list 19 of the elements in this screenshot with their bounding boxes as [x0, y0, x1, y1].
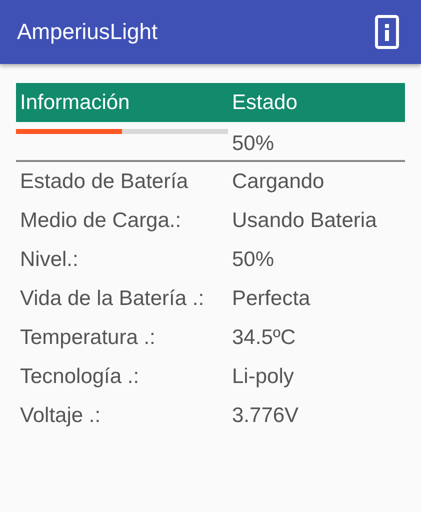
row-label: Voltaje .:	[19, 404, 102, 428]
row-label: Tecnología .:	[19, 364, 140, 388]
row-value: 3.776V	[231, 404, 299, 428]
row-label: Estado de Batería	[19, 170, 190, 194]
row-label: Temperatura .:	[19, 326, 156, 350]
progress-reading: 50%	[231, 132, 274, 156]
column-header: Estado	[232, 90, 298, 114]
row-label: Vida de la Batería .:	[19, 286, 206, 310]
row-value: Perfecta	[231, 286, 310, 310]
row-value: 50%	[231, 248, 274, 272]
phone-info-icon[interactable]	[375, 15, 399, 49]
app-title: AmperiusLight	[17, 19, 158, 45]
row-value: Cargando	[231, 170, 324, 194]
column-header: Información	[19, 90, 131, 114]
row-value: 34.5ºC	[231, 326, 296, 350]
row-value: Li-poly	[231, 364, 294, 388]
row-label: Medio de Carga.:	[19, 208, 182, 232]
row-label: Nivel.:	[19, 248, 80, 272]
row-value: Usando Bateria	[231, 208, 377, 232]
